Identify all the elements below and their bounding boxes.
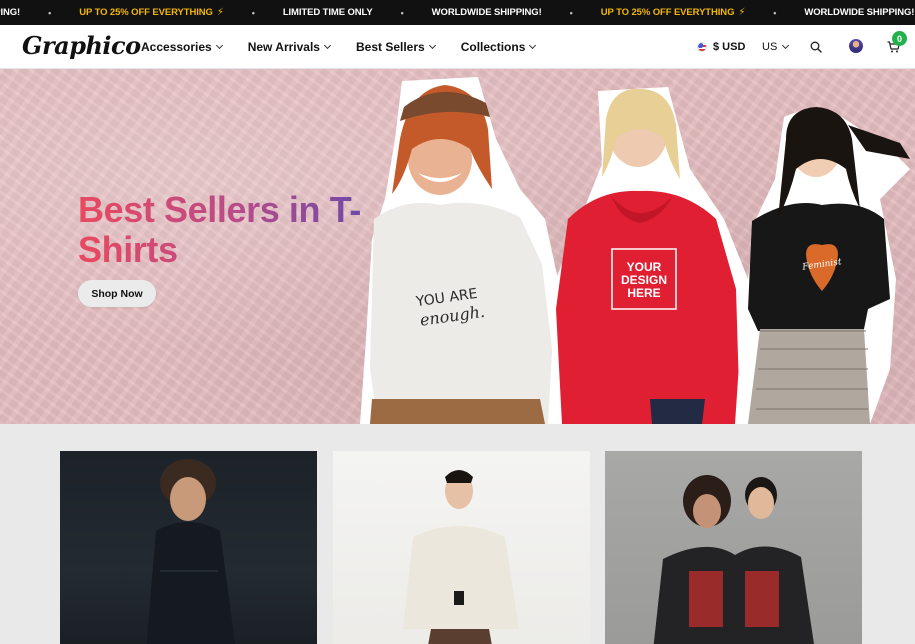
model-center-shirt-text: YOUR <box>627 260 662 274</box>
product-image <box>403 470 519 644</box>
currency-label: $ USD <box>713 41 746 53</box>
search-icon <box>810 41 822 53</box>
announcement-text: LIMITED TIME ONLY <box>282 7 373 18</box>
announcement-bar: PPING!•UP TO 25% OFF EVERYTHING⚡•LIMITED… <box>0 0 915 25</box>
announcement-item: UP TO 25% OFF EVERYTHING ⚡ <box>601 7 746 18</box>
product-card[interactable] <box>605 451 862 644</box>
nav-item-collections[interactable]: Collections <box>460 40 537 54</box>
svg-text:HERE: HERE <box>627 286 660 300</box>
search-button[interactable] <box>806 37 826 57</box>
nav-item-best-sellers[interactable]: Best Sellers <box>355 40 436 54</box>
nav-item-new-arrivals[interactable]: New Arrivals <box>247 40 332 54</box>
region-label: US <box>762 41 778 53</box>
product-card[interactable] <box>60 451 317 644</box>
chevron-down-icon <box>782 41 790 50</box>
chevron-down-icon <box>323 41 332 50</box>
separator-dot: • <box>773 7 777 18</box>
flag-us-icon <box>697 42 707 52</box>
svg-text:DESIGN: DESIGN <box>621 273 667 287</box>
site-header: Graphico Accessories New Arrivals Best S… <box>0 25 915 69</box>
announcement-text: UP TO 25% OFF EVERYTHING <box>79 7 213 18</box>
cart-count-badge: 0 <box>892 31 907 46</box>
announcement-item: WORLDWIDE SHIPPING! <box>432 7 542 18</box>
hero-banner: Best Sellers in T-Shirts Shop Now YOU AR… <box>0 69 915 424</box>
lightning-icon: ⚡ <box>216 7 224 18</box>
product-card[interactable] <box>333 451 590 644</box>
separator-dot: • <box>48 7 52 18</box>
chevron-down-icon <box>428 41 436 50</box>
model-left: YOU ARE enough. <box>360 77 570 424</box>
announcement-text: PPING! <box>0 7 21 18</box>
separator-dot: • <box>251 7 255 18</box>
announcement-text: UP TO 25% OFF EVERYTHING <box>600 7 735 18</box>
announcement-item: WORLDWIDE SHIPPING! <box>804 7 914 18</box>
chevron-down-icon <box>529 41 537 50</box>
announcement-item: UP TO 25% OFF EVERYTHING ⚡ <box>79 7 224 18</box>
nav-item-label: Best Sellers <box>355 40 425 54</box>
announcement-text: WORLDWIDE SHIPPING! <box>431 7 542 18</box>
chevron-down-icon <box>215 41 223 50</box>
region-selector[interactable]: US <box>762 25 790 69</box>
announcement-item: LIMITED TIME ONLY <box>283 7 373 18</box>
announcement-track: PPING!•UP TO 25% OFF EVERYTHING⚡•LIMITED… <box>0 0 915 25</box>
hero-models-image: YOU ARE enough. YOUR DESIGN HERE Feminis… <box>360 77 910 424</box>
account-avatar[interactable] <box>849 39 863 53</box>
nav-item-accessories[interactable]: Accessories <box>141 40 223 54</box>
lightning-icon: ⚡ <box>738 7 746 18</box>
logo[interactable]: Graphico <box>22 31 141 60</box>
currency-selector[interactable]: $ USD <box>697 25 745 69</box>
model-center: YOUR DESIGN HERE <box>548 87 752 424</box>
model-right: Feminist <box>735 107 910 424</box>
nav-item-label: New Arrivals <box>247 40 320 54</box>
nav-item-label: Collections <box>460 40 526 54</box>
announcement-item: PPING! <box>0 7 20 18</box>
main-nav: Accessories New Arrivals Best Sellers Co… <box>141 25 561 69</box>
product-image <box>146 459 236 644</box>
separator-dot: • <box>400 7 404 18</box>
nav-item-label: Accessories <box>141 40 212 54</box>
product-image <box>653 475 814 644</box>
announcement-text: WORLDWIDE SHIPPING! <box>804 7 915 18</box>
separator-dot: • <box>569 7 573 18</box>
